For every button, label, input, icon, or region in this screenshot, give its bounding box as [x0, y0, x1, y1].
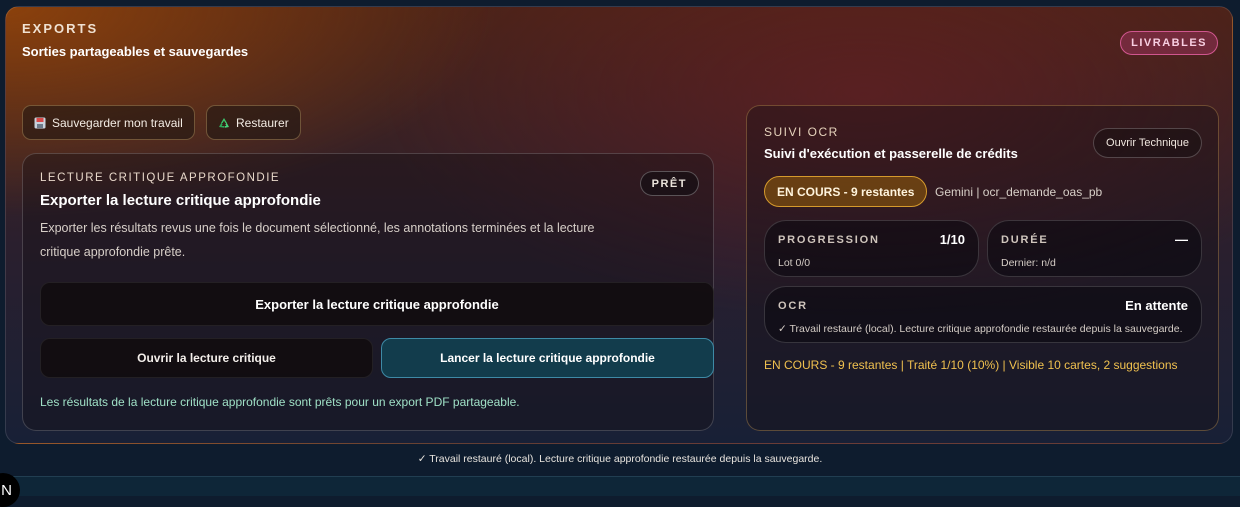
floppy-disk-icon	[34, 117, 46, 129]
ocr-provider-meta: Gemini | ocr_demande_oas_pb	[935, 185, 1103, 199]
ocr-stat-label: OCR	[778, 300, 808, 312]
progression-stat: PROGRESSION 1/10 Lot 0/0	[764, 220, 979, 277]
ocr-title: Suivi d'exécution et passerelle de crédi…	[764, 146, 1018, 161]
ready-badge: PRÊT	[639, 171, 699, 196]
duree-label: DURÉE	[1001, 234, 1049, 246]
save-work-button[interactable]: Sauvegarder mon travail	[22, 105, 195, 140]
restore-button[interactable]: Restaurer	[206, 105, 301, 140]
progression-label: PROGRESSION	[778, 234, 880, 246]
open-technique-button[interactable]: Ouvrir Technique	[1093, 128, 1202, 158]
restore-status-message: ✓ Travail restauré (local). Lecture crit…	[417, 453, 823, 465]
ocr-stat-sub: ✓ Travail restauré (local). Lecture crit…	[778, 323, 1183, 335]
livrables-badge: LIVRABLES	[1120, 31, 1218, 55]
launch-lecture-button[interactable]: Lancer la lecture critique approfondie	[381, 338, 714, 378]
ocr-tracking-panel: SUIVI OCR Suivi d'exécution et passerell…	[746, 105, 1219, 431]
lecture-ready-note: Les résultats de la lecture critique app…	[40, 395, 520, 409]
ocr-summary: EN COURS - 9 restantes | Traité 1/10 (10…	[764, 358, 1178, 372]
section-subtitle: Sorties partageables et sauvegardes	[22, 44, 249, 59]
lecture-critique-panel: LECTURE CRITIQUE APPROFONDIE Exporter la…	[22, 153, 714, 431]
ocr-stat-value: En attente	[1125, 298, 1188, 313]
lecture-eyebrow: LECTURE CRITIQUE APPROFONDIE	[40, 172, 281, 184]
recycle-icon	[218, 117, 230, 129]
progression-sub: Lot 0/0	[778, 257, 811, 269]
exports-section: EXPORTS Sorties partageables et sauvegar…	[5, 6, 1233, 444]
save-work-label: Sauvegarder mon travail	[52, 115, 183, 130]
restore-label: Restaurer	[236, 115, 289, 130]
duree-value: —	[1175, 232, 1188, 247]
ocr-eyebrow: SUIVI OCR	[764, 125, 839, 139]
progression-value: 1/10	[939, 232, 965, 247]
duree-stat: DURÉE — Dernier: n/d	[987, 220, 1202, 277]
section-eyebrow: EXPORTS	[22, 21, 99, 36]
section-header: EXPORTS Sorties partageables et sauvegar…	[22, 21, 248, 59]
lecture-title: Exporter la lecture critique approfondie	[40, 192, 321, 209]
ocr-stat: OCR En attente ✓ Travail restauré (local…	[764, 286, 1202, 343]
export-lecture-button[interactable]: Exporter la lecture critique approfondie	[40, 282, 714, 326]
lecture-description: Exporter les résultats revus une fois le…	[40, 221, 595, 259]
ocr-status-pill: EN COURS - 9 restantes	[764, 176, 928, 207]
open-lecture-button[interactable]: Ouvrir la lecture critique	[40, 338, 373, 378]
duree-sub: Dernier: n/d	[1001, 257, 1056, 269]
bottom-bar	[0, 476, 1240, 496]
